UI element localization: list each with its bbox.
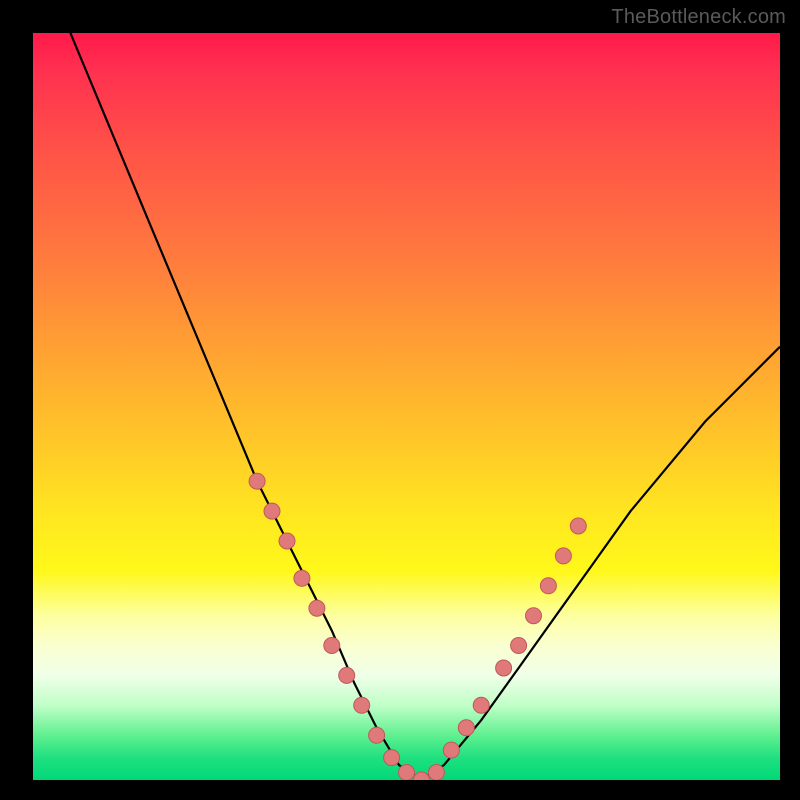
watermark-text: TheBottleneck.com	[611, 6, 786, 29]
curve-marker	[428, 765, 444, 781]
curve-marker	[570, 518, 586, 534]
curve-marker	[264, 503, 280, 519]
curve-marker	[473, 697, 489, 713]
curve-marker	[309, 600, 325, 616]
curve-marker	[324, 638, 340, 654]
curve-marker	[413, 772, 429, 780]
marker-group	[249, 473, 586, 780]
curve-marker	[384, 750, 400, 766]
bottleneck-curve	[70, 33, 780, 780]
chart-svg	[33, 33, 780, 780]
curve-marker	[369, 727, 385, 743]
curve-marker	[443, 742, 459, 758]
curve-marker	[496, 660, 512, 676]
curve-marker	[249, 473, 265, 489]
curve-marker	[339, 667, 355, 683]
curve-marker	[354, 697, 370, 713]
curve-marker	[526, 608, 542, 624]
curve-marker	[511, 638, 527, 654]
curve-marker	[458, 720, 474, 736]
curve-marker	[279, 533, 295, 549]
curve-marker	[555, 548, 571, 564]
curve-marker	[294, 570, 310, 586]
curve-marker	[540, 578, 556, 594]
curve-marker	[399, 765, 415, 781]
chart-plot-area	[33, 33, 780, 780]
